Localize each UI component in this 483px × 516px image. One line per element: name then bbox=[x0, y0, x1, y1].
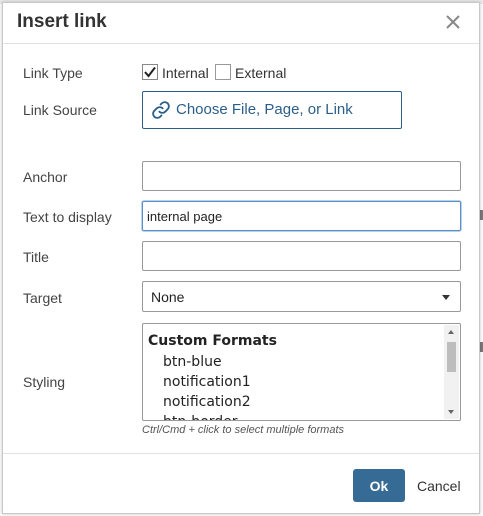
styling-listbox[interactable]: Custom Formats btn-blue notification1 no… bbox=[142, 323, 461, 421]
anchor-input[interactable] bbox=[142, 161, 461, 191]
target-select[interactable]: None bbox=[142, 281, 461, 312]
dialog-header: Insert link bbox=[3, 3, 479, 44]
text-to-display-label: Text to display bbox=[23, 209, 112, 225]
scrollbar-thumb[interactable] bbox=[447, 342, 456, 372]
check-icon bbox=[144, 66, 156, 78]
scroll-down-icon[interactable] bbox=[448, 410, 454, 414]
target-label: Target bbox=[23, 290, 62, 306]
anchor-label: Anchor bbox=[23, 169, 68, 185]
styling-label: Styling bbox=[23, 374, 66, 390]
link-type-label: Link Type bbox=[23, 65, 83, 81]
text-to-display-input[interactable] bbox=[142, 201, 461, 231]
styling-option[interactable]: btn-border bbox=[163, 414, 238, 420]
styling-option[interactable]: notification1 bbox=[163, 374, 251, 390]
insert-link-dialog: Insert link Link Type Internal External … bbox=[2, 2, 480, 514]
styling-hint: Ctrl/Cmd + click to select multiple form… bbox=[142, 424, 345, 436]
title-label: Title bbox=[23, 249, 49, 265]
link-icon bbox=[152, 101, 170, 119]
external-option-label[interactable]: External bbox=[235, 65, 286, 81]
internal-checkbox[interactable] bbox=[142, 64, 158, 80]
link-source-label: Link Source bbox=[23, 102, 97, 118]
ok-button[interactable]: Ok bbox=[353, 469, 405, 502]
internal-option-label[interactable]: Internal bbox=[162, 65, 209, 81]
close-icon[interactable] bbox=[443, 12, 463, 32]
styling-option[interactable]: btn-blue bbox=[163, 354, 222, 370]
styling-option[interactable]: notification2 bbox=[163, 394, 251, 410]
title-input[interactable] bbox=[142, 241, 461, 271]
external-checkbox[interactable] bbox=[215, 64, 231, 80]
choose-link-label: Choose File, Page, or Link bbox=[176, 101, 353, 118]
cancel-button[interactable]: Cancel bbox=[417, 478, 461, 494]
custom-formats-group: Custom Formats bbox=[148, 333, 277, 349]
chevron-down-icon bbox=[442, 295, 450, 300]
choose-link-button[interactable]: Choose File, Page, or Link bbox=[142, 91, 402, 129]
target-selected-value: None bbox=[151, 289, 185, 305]
scroll-up-icon[interactable] bbox=[448, 330, 454, 334]
dialog-title: Insert link bbox=[17, 11, 107, 32]
dialog-footer bbox=[3, 453, 479, 514]
listbox-scrollbar[interactable] bbox=[444, 325, 459, 419]
